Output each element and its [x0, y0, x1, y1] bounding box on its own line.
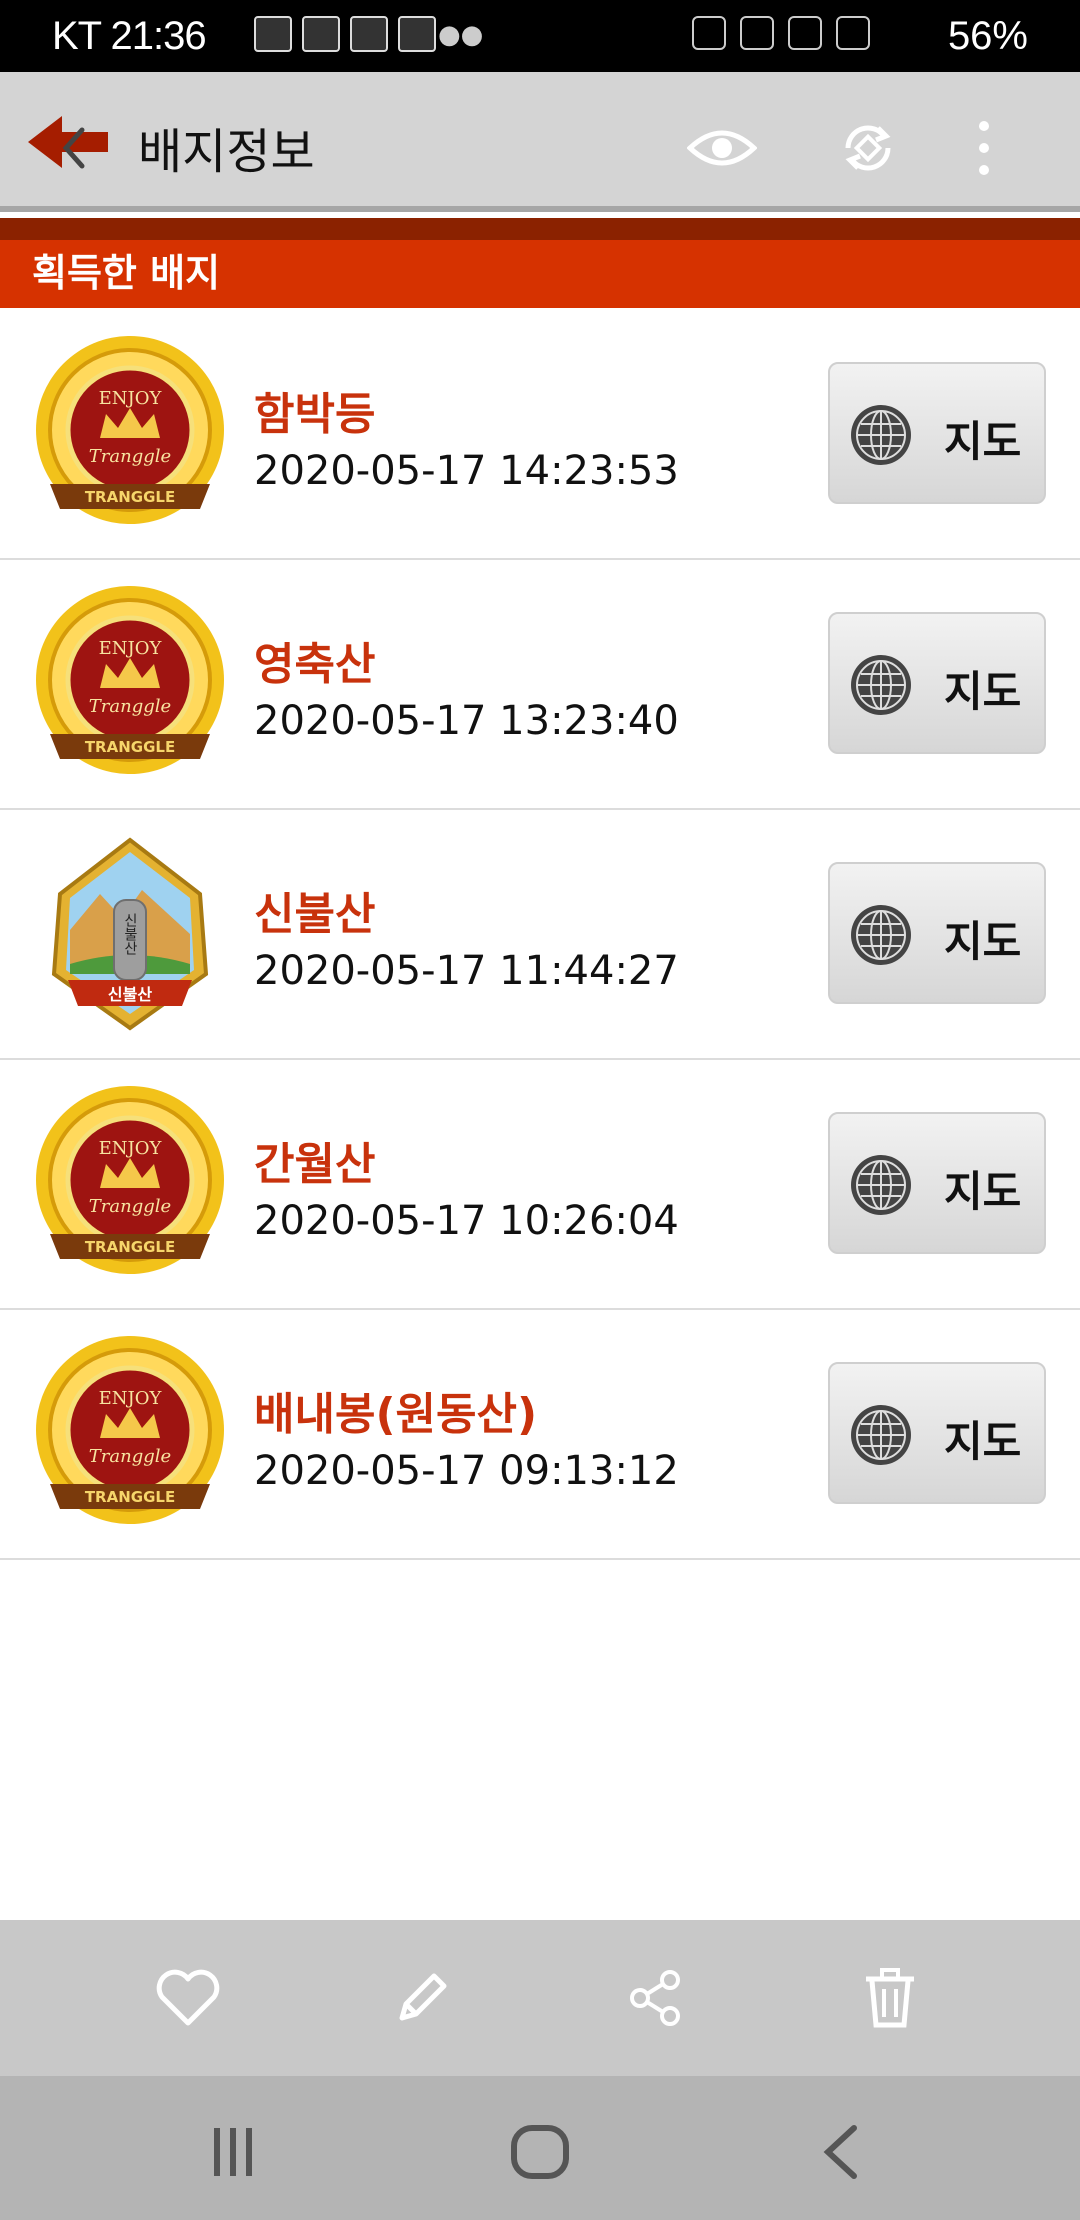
svg-text:ENJOY: ENJOY [99, 1388, 163, 1409]
notification-icon [350, 16, 388, 52]
globe-icon [851, 655, 911, 715]
svg-text:Tranggle: Tranggle [89, 696, 171, 717]
page-title: 배지정보 [138, 124, 315, 180]
globe-icon [851, 905, 911, 965]
notification-icon [254, 16, 292, 52]
nav-back-button[interactable] [800, 2112, 880, 2192]
badge-time: 2020-05-17 14:23:53 [254, 448, 679, 494]
pencil-icon [399, 1973, 447, 2021]
map-button-label: 지도 [944, 417, 1022, 466]
map-button-label: 지도 [944, 917, 1022, 966]
back-icon [823, 2125, 857, 2179]
like-button[interactable] [146, 1956, 230, 2040]
list-item[interactable]: ENJOY Tranggle TRANGGLE 영축산 2020-05-17 1… [0, 560, 1080, 810]
list-item[interactable]: ENJOY Tranggle TRANGGLE 함박등 2020-05-17 1… [0, 310, 1080, 560]
globe-icon [851, 405, 911, 465]
badge-time: 2020-05-17 13:23:40 [254, 698, 679, 744]
svg-text:Tranggle: Tranggle [89, 1446, 171, 1467]
back-button[interactable] [22, 110, 122, 180]
share-icon [630, 1970, 680, 2026]
badge-name: 간월산 [254, 1139, 376, 1190]
home-icon [511, 2125, 569, 2179]
badge-name: 영축산 [254, 639, 376, 690]
map-button-label: 지도 [944, 667, 1022, 716]
svg-text:ENJOY: ENJOY [99, 1138, 163, 1159]
sync-button[interactable] [828, 108, 908, 188]
alarm-icon [740, 16, 774, 50]
enjoy-tranggle-badge-icon: ENJOY Tranggle TRANGGLE [36, 586, 224, 774]
map-button[interactable]: 지도 [828, 612, 1046, 754]
svg-text:ENJOY: ENJOY [99, 388, 163, 409]
map-button[interactable]: 지도 [828, 862, 1046, 1004]
more-notifications-icon: ●● [438, 20, 484, 50]
edit-button[interactable] [380, 1956, 464, 2040]
badge-name: 함박등 [254, 389, 376, 440]
back-arrow-icon [28, 116, 108, 169]
badge-time: 2020-05-17 09:13:12 [254, 1448, 679, 1494]
view-button[interactable] [682, 108, 762, 188]
section-header-shadow [0, 218, 1080, 240]
home-button[interactable] [500, 2112, 580, 2192]
mountain-badge-icon: 신불산 신불산 [51, 837, 209, 1031]
battery-level: 56% [947, 14, 1028, 58]
badge-time: 2020-05-17 11:44:27 [254, 948, 679, 994]
more-options-button[interactable] [944, 108, 1024, 188]
delete-button[interactable] [848, 1956, 932, 2040]
svg-text:TRANGGLE: TRANGGLE [85, 738, 175, 756]
eye-icon [687, 130, 757, 166]
map-button[interactable]: 지도 [828, 1112, 1046, 1254]
more-vert-icon [979, 121, 989, 175]
svg-text:TRANGGLE: TRANGGLE [85, 488, 175, 506]
svg-text:신불산: 신불산 [108, 985, 152, 1004]
badge-list: ENJOY Tranggle TRANGGLE 함박등 2020-05-17 1… [0, 310, 1080, 1560]
status-system-icons [692, 16, 870, 50]
status-carrier-time: KT 21:36 [52, 14, 207, 58]
enjoy-tranggle-badge-icon: ENJOY Tranggle TRANGGLE [36, 1086, 224, 1274]
svg-text:Tranggle: Tranggle [89, 446, 171, 467]
list-item[interactable]: ENJOY Tranggle TRANGGLE 배내봉(원동산) 2020-05… [0, 1310, 1080, 1560]
section-title: 획득한 배지 [32, 251, 221, 295]
trash-icon [866, 1968, 914, 2028]
svg-text:TRANGGLE: TRANGGLE [85, 1238, 175, 1256]
svg-text:TRANGGLE: TRANGGLE [85, 1488, 175, 1506]
list-item[interactable]: ENJOY Tranggle TRANGGLE 간월산 2020-05-17 1… [0, 1060, 1080, 1310]
heart-icon [156, 1969, 220, 2026]
map-button[interactable]: 지도 [828, 362, 1046, 504]
list-item[interactable]: 신불산 신불산 신불산 2020-05-17 11:44:27 지도 [0, 810, 1080, 1060]
status-bar: KT 21:36 ●● 56% [0, 0, 1080, 72]
location-icon [692, 16, 726, 50]
map-button-label: 지도 [944, 1167, 1022, 1216]
wifi-icon [788, 16, 822, 50]
sync-icon [845, 125, 891, 171]
svg-text:Tranggle: Tranggle [89, 1196, 171, 1217]
badge-name: 신불산 [254, 889, 376, 940]
map-button-label: 지도 [944, 1417, 1022, 1466]
recents-button[interactable] [196, 2112, 276, 2192]
action-bar [0, 1920, 1080, 2076]
share-button[interactable] [614, 1956, 698, 2040]
app-toolbar: 배지정보 [0, 72, 1080, 212]
map-button[interactable]: 지도 [828, 1362, 1046, 1504]
badge-time: 2020-05-17 10:26:04 [254, 1198, 679, 1244]
enjoy-tranggle-badge-icon: ENJOY Tranggle TRANGGLE [36, 336, 224, 524]
notification-icon [302, 16, 340, 52]
badge-name: 배내봉(원동산) [254, 1389, 538, 1440]
signal-icon [836, 16, 870, 50]
svg-text:신불산: 신불산 [122, 913, 138, 955]
notification-icon [398, 16, 436, 52]
section-header: 획득한 배지 [0, 218, 1080, 308]
status-notification-icons [254, 16, 436, 52]
globe-icon [851, 1155, 911, 1215]
system-nav-bar [0, 2076, 1080, 2220]
svg-text:ENJOY: ENJOY [99, 638, 163, 659]
globe-icon [851, 1405, 911, 1465]
enjoy-tranggle-badge-icon: ENJOY Tranggle TRANGGLE [36, 1336, 224, 1524]
recents-icon [214, 2128, 252, 2176]
